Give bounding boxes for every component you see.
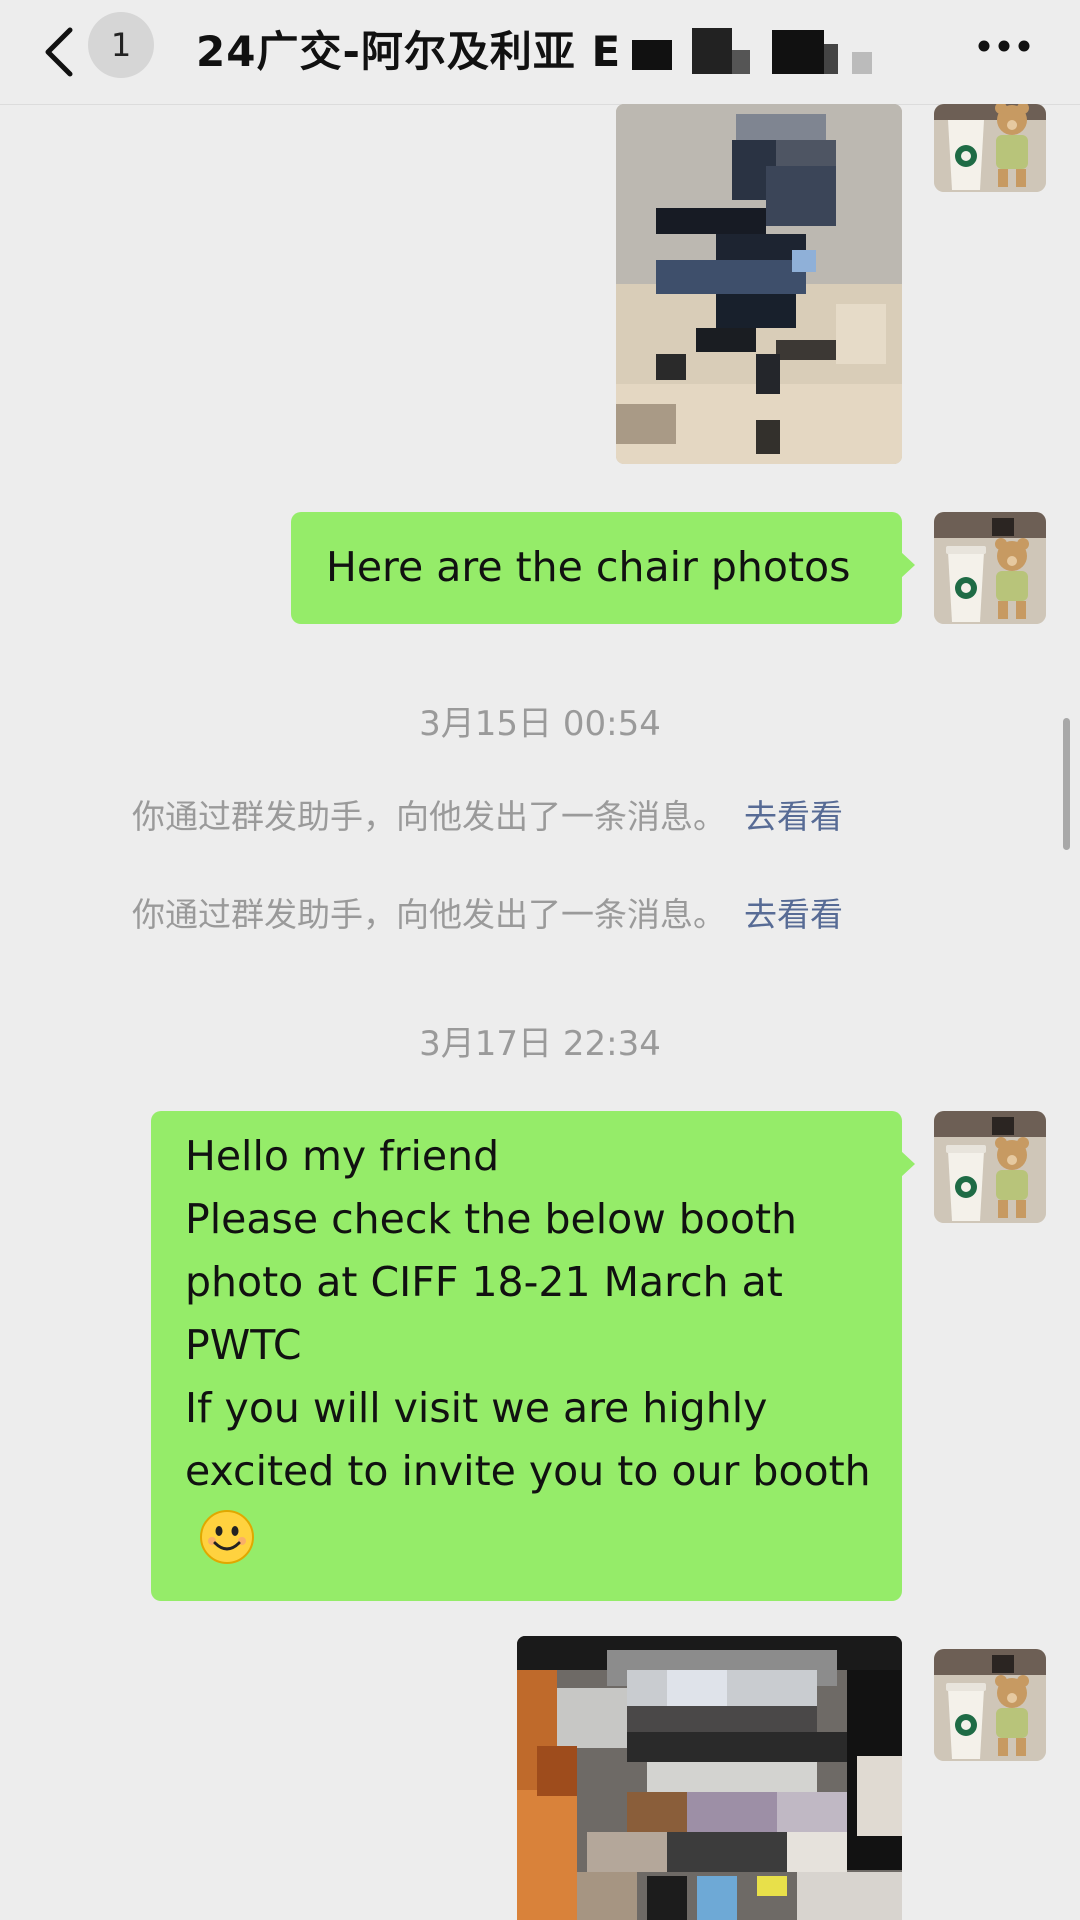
avatar[interactable]: [934, 1649, 1046, 1761]
message-line: Please check the below booth: [185, 1195, 798, 1243]
timestamp: 3月15日 00:54: [419, 704, 661, 744]
system-message-text: 你通过群发助手，向他发出了一条消息。: [132, 797, 726, 836]
smile-emoji: [200, 1510, 254, 1564]
message-bubble[interactable]: Here are the chair photos: [291, 512, 915, 624]
system-message-text: 你通过群发助手，向他发出了一条消息。: [132, 895, 726, 934]
timestamp: 3月17日 22:34: [419, 1024, 661, 1064]
avatar[interactable]: [934, 1111, 1046, 1223]
system-message: 你通过群发助手，向他发出了一条消息。 去看看: [132, 790, 952, 838]
avatar[interactable]: [934, 512, 1046, 624]
chevron-left-icon[interactable]: [40, 22, 80, 82]
booth-photo[interactable]: [517, 1636, 902, 1920]
system-message: 你通过群发助手，向他发出了一条消息。 去看看: [132, 888, 952, 936]
avatar[interactable]: [934, 104, 1046, 192]
unread-count-badge[interactable]: 1: [88, 12, 154, 78]
chat-header: 1 24广交-阿尔及利亚 E: [0, 0, 1080, 105]
message-line: photo at CIFF 18-21 March at: [185, 1258, 783, 1306]
message-line: excited to invite you to our booth: [185, 1447, 871, 1495]
message-line: Here are the chair photos: [326, 543, 851, 591]
view-link[interactable]: 去看看: [744, 797, 843, 836]
view-link[interactable]: 去看看: [744, 895, 843, 934]
message-line: If you will visit we are highly: [185, 1384, 768, 1432]
message-line: PWTC: [185, 1321, 302, 1369]
more-dots-icon[interactable]: [976, 38, 1032, 54]
chat-title: 24广交-阿尔及利亚 E: [196, 27, 622, 76]
chair-photo[interactable]: [616, 104, 902, 464]
title-redaction-blocks: [632, 28, 872, 74]
message-bubble[interactable]: Hello my friend Please check the below b…: [151, 1111, 915, 1601]
message-line: Hello my friend: [185, 1132, 500, 1180]
